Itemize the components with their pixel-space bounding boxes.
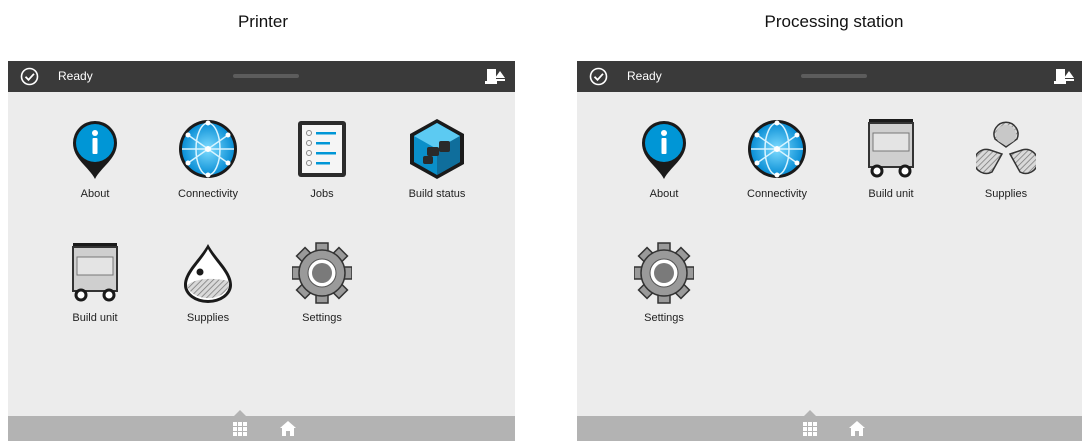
- checkmark-circle-icon[interactable]: [20, 67, 39, 86]
- network-globe-icon: [178, 119, 238, 179]
- app-build-unit[interactable]: Build unit: [846, 117, 936, 227]
- app-settings[interactable]: Settings: [277, 241, 367, 351]
- checkmark-circle-icon[interactable]: [589, 67, 608, 86]
- apps-grid-icon[interactable]: [233, 422, 247, 436]
- app-jobs[interactable]: Jobs: [277, 117, 367, 227]
- app-label: Connectivity: [178, 188, 238, 200]
- home-icon[interactable]: [849, 421, 865, 436]
- supplies-drop-icon: [184, 244, 232, 303]
- info-icon: [642, 121, 686, 179]
- build-unit-cart-icon: [71, 241, 119, 302]
- status-text[interactable]: Ready: [627, 69, 662, 83]
- alert-tray-icon[interactable]: [1054, 66, 1074, 86]
- app-label: Jobs: [310, 188, 334, 200]
- status-bar: Ready: [8, 61, 515, 92]
- gear-icon: [634, 242, 694, 304]
- app-settings[interactable]: Settings: [619, 241, 709, 351]
- app-label: Settings: [644, 312, 684, 324]
- app-label: Build status: [408, 188, 466, 200]
- app-label: About: [80, 188, 110, 200]
- build-status-cube-icon: [410, 119, 464, 179]
- app-label: Connectivity: [747, 188, 807, 200]
- pull-down-handle[interactable]: [801, 74, 867, 78]
- build-unit-cart-icon: [867, 117, 915, 178]
- pull-down-handle[interactable]: [233, 74, 299, 78]
- jobs-list-icon: [297, 120, 347, 178]
- app-supplies[interactable]: Supplies: [163, 241, 253, 351]
- app-label: Settings: [302, 312, 342, 324]
- active-indicator: [804, 410, 816, 416]
- gear-icon: [292, 242, 352, 304]
- processing-station-screen: Ready About Connectivity Build unit Supp…: [577, 61, 1082, 441]
- bottom-nav-bar: [8, 410, 515, 441]
- active-indicator: [234, 410, 246, 416]
- app-about[interactable]: About: [619, 117, 709, 227]
- app-connectivity[interactable]: Connectivity: [732, 117, 822, 227]
- app-about[interactable]: About: [50, 117, 140, 227]
- bottom-nav-bar: [577, 410, 1082, 441]
- panel-title-printer: Printer: [237, 12, 289, 31]
- app-build-status[interactable]: Build status: [392, 117, 482, 227]
- app-label: Build unit: [72, 312, 118, 324]
- info-icon: [73, 121, 117, 179]
- app-build-unit[interactable]: Build unit: [50, 241, 140, 351]
- app-label: Build unit: [868, 188, 914, 200]
- home-icon[interactable]: [280, 421, 296, 436]
- app-label: Supplies: [186, 312, 230, 324]
- app-label: Supplies: [984, 188, 1028, 200]
- alert-tray-icon[interactable]: [485, 66, 505, 86]
- printer-screen: Ready About Connectivity Jobs Build stat…: [8, 61, 515, 441]
- app-supplies[interactable]: Supplies: [961, 117, 1051, 227]
- apps-grid-icon[interactable]: [803, 422, 817, 436]
- app-connectivity[interactable]: Connectivity: [163, 117, 253, 227]
- app-label: About: [649, 188, 679, 200]
- status-text[interactable]: Ready: [58, 69, 93, 83]
- status-bar: Ready: [577, 61, 1082, 92]
- panel-title-processing-station: Processing station: [764, 12, 904, 31]
- network-globe-icon: [747, 119, 807, 179]
- supplies-segments-icon: [976, 121, 1036, 175]
